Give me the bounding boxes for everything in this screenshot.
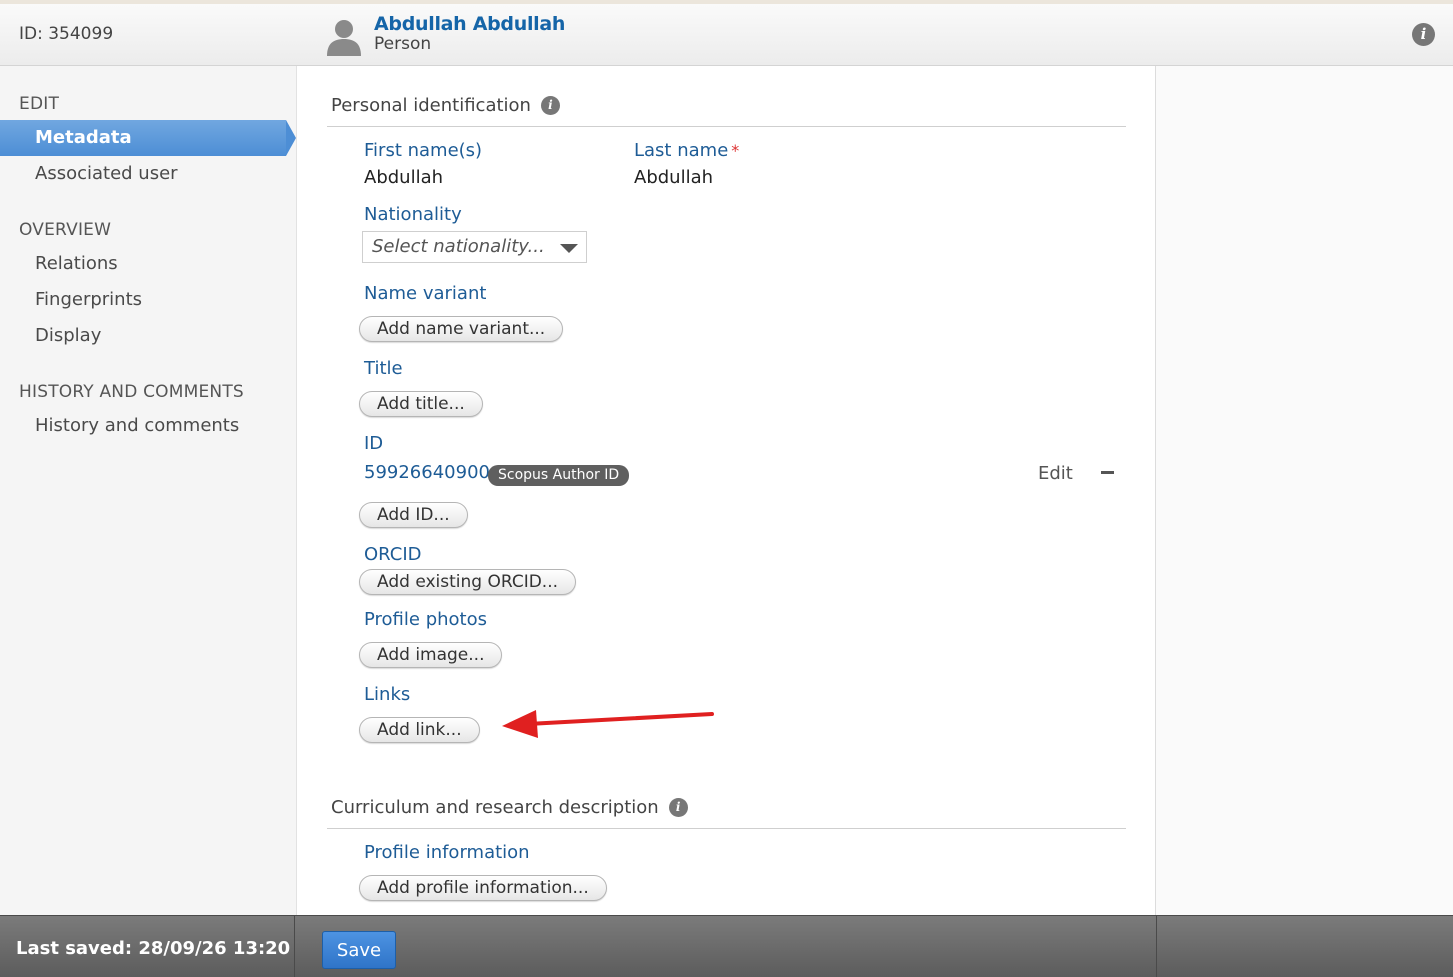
info-icon[interactable]: i [540,96,560,115]
sidebar-item-label: Metadata [35,127,132,148]
section-title-curriculum: Curriculum and research description i [331,797,688,818]
edit-id-link[interactable]: Edit [1038,463,1073,484]
add-id-button[interactable]: Add ID... [359,502,468,528]
section-title-text: Personal identification [331,95,531,116]
profile-information-label: Profile information [364,842,530,863]
footer-bar: Last saved: 28/09/26 13:20 Save [0,915,1453,977]
last-name-label: Last name * [634,140,739,161]
person-name-link[interactable]: Abdullah Abdullah [374,13,565,35]
nationality-select[interactable]: Select nationality... [362,231,587,263]
sidebar-item-display[interactable]: Display [35,325,101,346]
sidebar-item-associated-user[interactable]: Associated user [35,163,178,184]
nationality-label: Nationality [364,204,462,225]
name-variant-label: Name variant [364,283,487,304]
sidebar-item-history-and-comments[interactable]: History and comments [35,415,239,436]
required-asterisk: * [731,141,740,160]
last-name-label-text: Last name [634,140,729,161]
profile-photos-label: Profile photos [364,609,487,630]
first-name-label: First name(s) [364,140,483,161]
sidebar-item-fingerprints[interactable]: Fingerprints [35,289,142,310]
sidebar-item-metadata[interactable]: Metadata [0,120,296,156]
id-type-badge: Scopus Author ID [488,465,630,486]
nationality-placeholder: Select nationality... [372,236,545,257]
info-icon[interactable]: i [1412,23,1435,46]
sidebar-heading-history: HISTORY AND COMMENTS [19,382,244,402]
scopus-id-link[interactable]: 59926640900 [364,462,490,483]
annotation-arrow-icon [502,710,714,738]
section-divider [327,828,1126,829]
info-icon[interactable]: i [668,798,688,817]
chevron-down-icon [560,244,578,253]
add-link-button[interactable]: Add link... [359,717,480,743]
person-type: Person [374,34,432,54]
footer-divider [294,916,295,977]
record-id: ID: 354099 [19,24,114,44]
sidebar-item-relations[interactable]: Relations [35,253,118,274]
last-name-value[interactable]: Abdullah [634,167,713,188]
add-image-button[interactable]: Add image... [359,642,503,668]
section-title-personal-identification: Personal identification i [331,95,560,116]
add-title-button[interactable]: Add title... [359,391,483,417]
add-name-variant-button[interactable]: Add name variant... [359,316,564,342]
main-editor-panel: Personal identification i First name(s) A… [296,66,1156,915]
remove-id-icon[interactable] [1101,471,1114,474]
sidebar: EDIT Metadata Associated user OVERVIEW R… [0,66,296,915]
id-label: ID [364,433,384,454]
first-name-value[interactable]: Abdullah [364,167,443,188]
header-bar: ID: 354099 Abdullah Abdullah Person i [0,4,1453,66]
section-divider [327,126,1126,127]
right-empty-panel [1156,66,1453,915]
person-avatar-icon [327,20,361,56]
sidebar-heading-edit: EDIT [19,94,60,114]
footer-divider [1156,916,1157,977]
sidebar-heading-overview: OVERVIEW [19,220,112,240]
save-button[interactable]: Save [322,931,396,969]
title-label: Title [364,358,403,379]
add-orcid-button[interactable]: Add existing ORCID... [359,569,577,595]
links-label: Links [364,684,411,705]
last-saved-text: Last saved: 28/09/26 13:20 [16,938,291,959]
add-profile-information-button[interactable]: Add profile information... [359,875,607,901]
orcid-label: ORCID [364,544,422,565]
section-title-text: Curriculum and research description [331,797,659,818]
